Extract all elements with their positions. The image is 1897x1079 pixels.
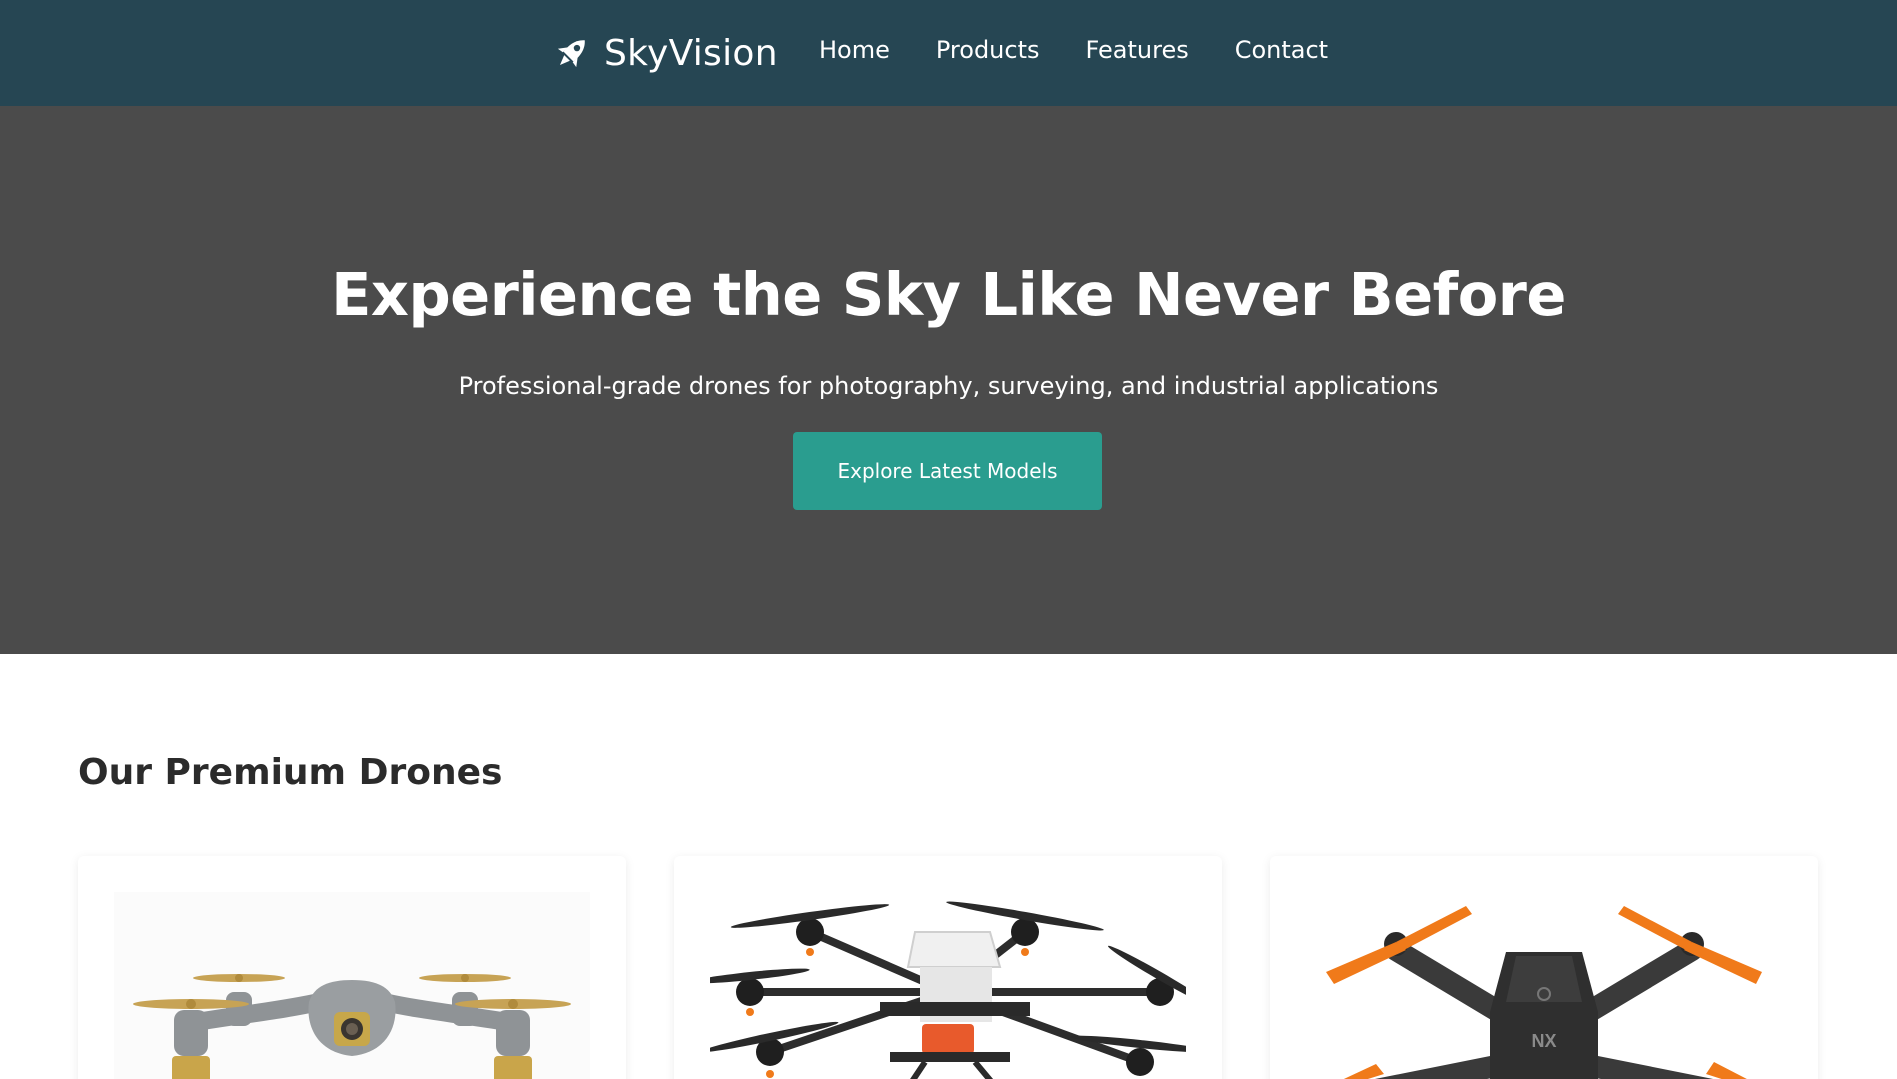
black-orange-foldable-drone-image: NX xyxy=(1306,892,1782,1079)
hero-subtitle: Professional-grade drones for photograph… xyxy=(458,372,1439,400)
main-nav: Home Products Features Contact xyxy=(819,36,1328,64)
nav-item-contact: Contact xyxy=(1235,36,1328,64)
silver-gold-quadcopter-drone-image xyxy=(114,892,590,1079)
product-card[interactable] xyxy=(674,856,1222,1079)
nav-item-products: Products xyxy=(936,36,1040,64)
page: SkyVision Home Products Features Contact… xyxy=(0,0,1897,1079)
products-section-title: Our Premium Drones xyxy=(78,752,503,793)
hero-title: Experience the Sky Like Never Before xyxy=(331,260,1566,329)
agricultural-hexacopter-drone-image xyxy=(710,892,1186,1079)
nav-link-features[interactable]: Features xyxy=(1086,36,1189,64)
nav-item-features: Features xyxy=(1086,36,1189,64)
nav-link-home[interactable]: Home xyxy=(819,36,890,64)
nav-item-home: Home xyxy=(819,36,890,64)
explore-models-button[interactable]: Explore Latest Models xyxy=(793,432,1102,510)
rocket-icon xyxy=(552,33,592,73)
hero-section: Experience the Sky Like Never Before Pro… xyxy=(0,106,1897,654)
product-card[interactable]: NX xyxy=(1270,856,1818,1079)
product-card[interactable] xyxy=(78,856,626,1079)
brand-logo-link[interactable]: SkyVision xyxy=(552,31,778,75)
nav-link-contact[interactable]: Contact xyxy=(1235,36,1328,64)
brand-name: SkyVision xyxy=(604,32,778,74)
nav-link-products[interactable]: Products xyxy=(936,36,1040,64)
site-header: SkyVision Home Products Features Contact xyxy=(0,0,1897,106)
svg-text:NX: NX xyxy=(1531,1031,1556,1051)
